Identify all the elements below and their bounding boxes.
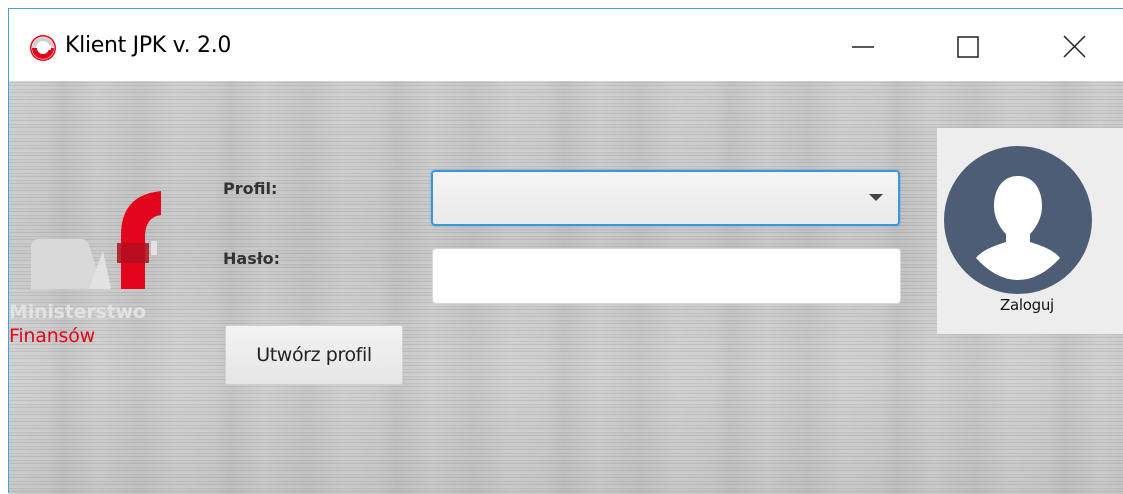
ministry-logo-icon — [31, 191, 161, 289]
profile-label: Profil: — [223, 179, 278, 198]
logo-text-finance: Finansów — [9, 325, 96, 347]
minimize-button[interactable] — [831, 25, 891, 69]
password-label: Hasło: — [223, 249, 281, 268]
maximize-button[interactable] — [937, 25, 997, 69]
chevron-down-icon[interactable] — [869, 194, 883, 201]
password-field[interactable] — [432, 248, 901, 304]
minimize-icon — [852, 46, 874, 48]
logo-text-ministry: Ministerstwo — [9, 301, 146, 323]
create-profile-button[interactable]: Utwórz profil — [225, 325, 403, 385]
maximize-icon — [957, 36, 979, 58]
app-window: Klient JPK v. 2.0 Ministerstwo Finansów … — [8, 8, 1123, 494]
title-bar[interactable]: Klient JPK v. 2.0 — [9, 9, 1123, 81]
close-button[interactable] — [1045, 25, 1105, 69]
window-title: Klient JPK v. 2.0 — [65, 33, 232, 58]
user-avatar-icon — [944, 146, 1092, 294]
login-screen: Ministerstwo Finansów Profil: Hasło: Utw… — [9, 81, 1123, 494]
login-label: Zaloguj — [1000, 296, 1054, 314]
close-icon — [1063, 35, 1086, 58]
profile-select[interactable] — [431, 170, 900, 226]
app-logo-icon — [30, 35, 56, 61]
login-button[interactable]: Zaloguj — [937, 128, 1123, 334]
